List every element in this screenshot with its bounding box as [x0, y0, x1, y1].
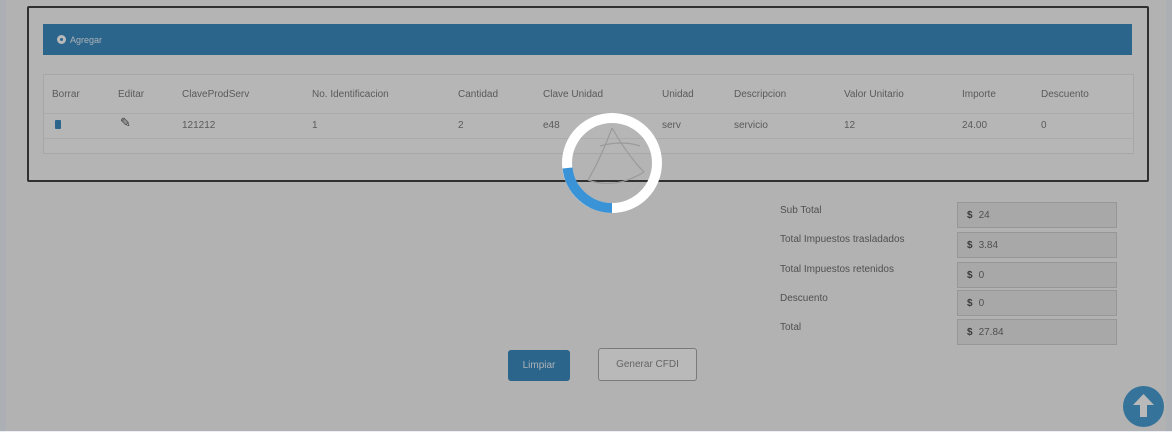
loading-spinner — [560, 110, 664, 216]
loading-spinner-icon — [562, 113, 662, 213]
